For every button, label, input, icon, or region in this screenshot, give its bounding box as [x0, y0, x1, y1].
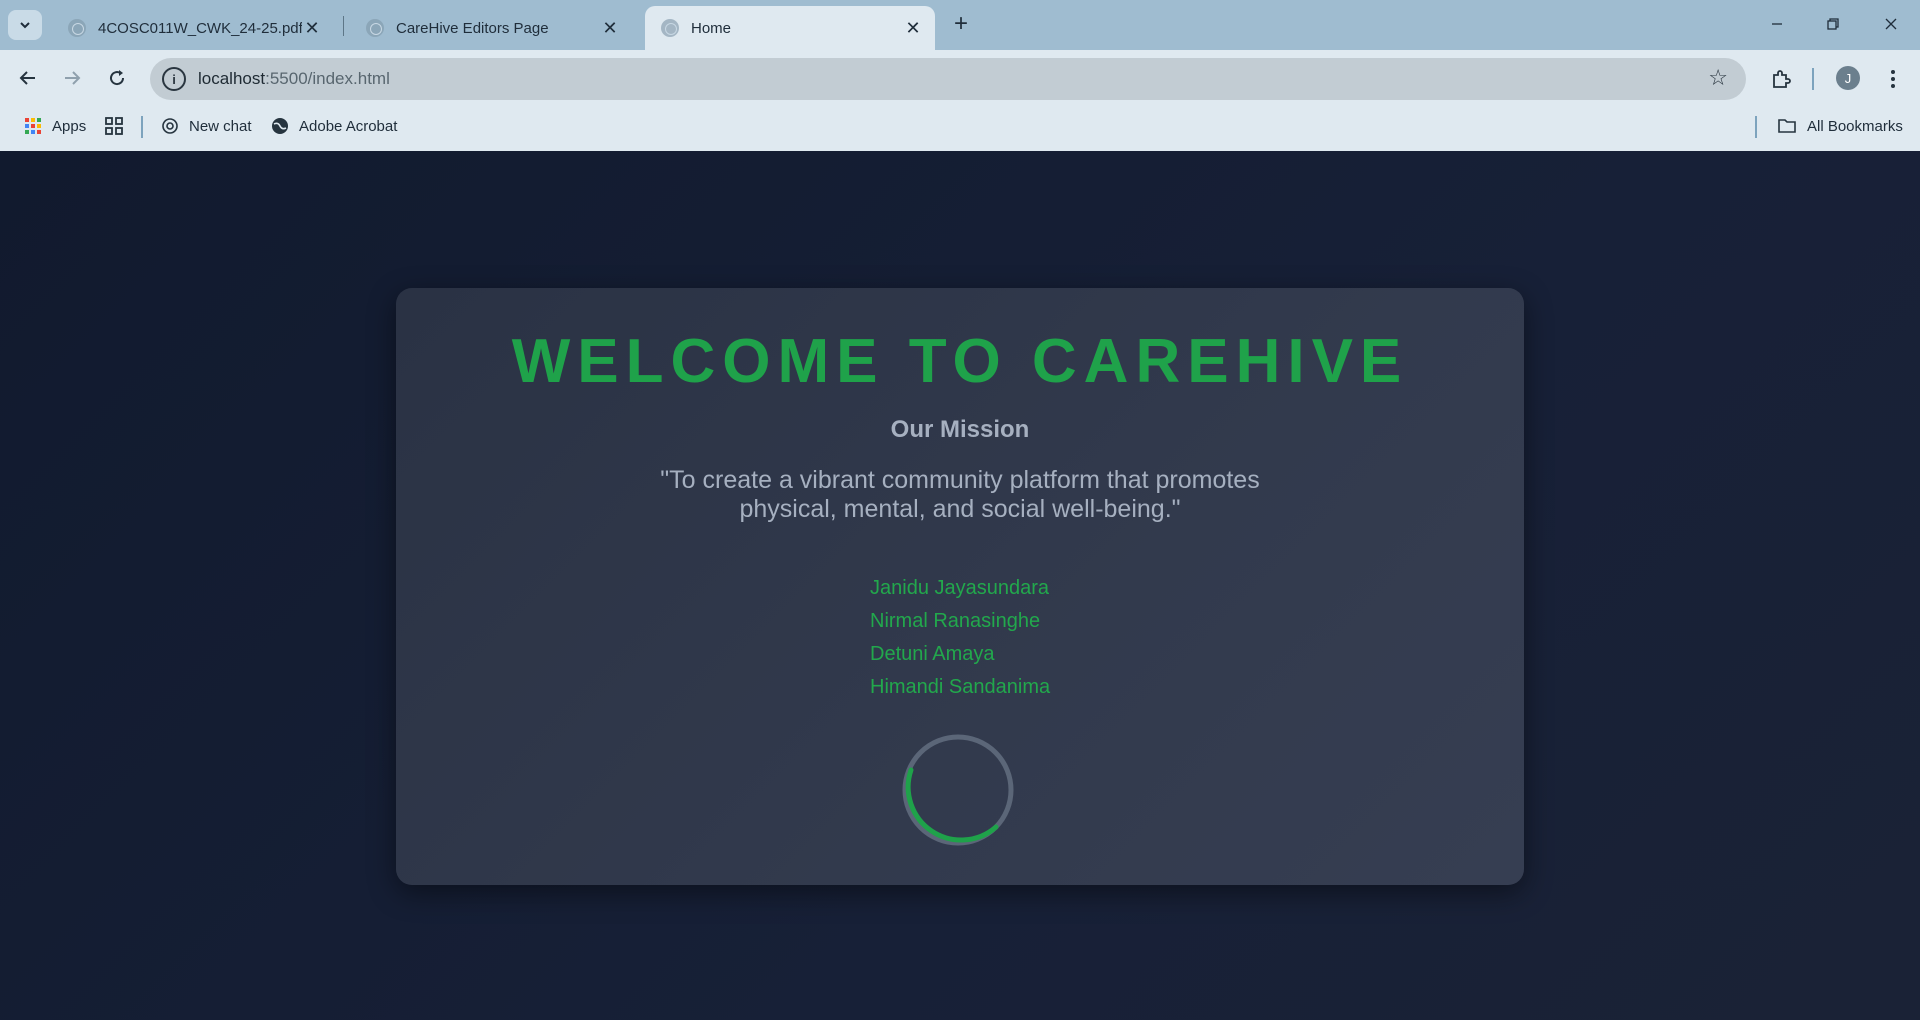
- reload-button[interactable]: [103, 64, 131, 92]
- bookmark-adobe-acrobat[interactable]: Adobe Acrobat: [271, 106, 397, 146]
- page-viewport: WELCOME TO CAREHIVE Our Mission "To crea…: [0, 151, 1920, 1020]
- url-text[interactable]: localhost:5500/index.html: [198, 69, 390, 89]
- team-member: Detuni Amaya: [870, 643, 995, 665]
- team-member: Janidu Jayasundara: [870, 577, 1050, 599]
- arrow-right-icon: [65, 71, 81, 85]
- url-path: :5500/index.html: [265, 69, 390, 88]
- minimize-button[interactable]: [1754, 8, 1800, 40]
- window-close-button[interactable]: [1868, 8, 1914, 40]
- tab-home[interactable]: Home ✕: [645, 6, 935, 50]
- browser-toolbar: i localhost:5500/index.html ☆ J: [0, 50, 1920, 106]
- tab-bar: 4COSC011W_CWK_24-25.pdf ✕ CareHive Edito…: [0, 0, 1920, 50]
- bookmark-star-icon[interactable]: ☆: [1708, 67, 1728, 89]
- team-list: Janidu Jayasundara Nirmal Ranasinghe Det…: [870, 572, 1050, 704]
- url-host: localhost: [198, 69, 266, 88]
- page-title: WELCOME TO CAREHIVE: [511, 327, 1409, 396]
- restore-icon: [1827, 18, 1839, 30]
- bookmark-separator: [1755, 116, 1757, 138]
- profile-avatar[interactable]: J: [1836, 66, 1860, 90]
- new-tab-button[interactable]: +: [948, 12, 974, 38]
- close-icon[interactable]: ✕: [600, 18, 620, 38]
- tab-pdf[interactable]: 4COSC011W_CWK_24-25.pdf ✕: [52, 6, 334, 50]
- info-icon[interactable]: i: [162, 67, 186, 91]
- menu-button[interactable]: [1878, 64, 1908, 94]
- close-icon[interactable]: ✕: [903, 18, 923, 38]
- bookmarks-bar: Apps New chat Adobe Acrobat All Bookmark…: [0, 106, 1920, 151]
- chevron-down-icon: [20, 22, 30, 29]
- grid-icon: [105, 117, 123, 135]
- bookmark-label: All Bookmarks: [1807, 117, 1903, 135]
- welcome-card: WELCOME TO CAREHIVE Our Mission "To crea…: [396, 288, 1524, 885]
- all-bookmarks-button[interactable]: All Bookmarks: [1777, 106, 1903, 146]
- loading-spinner: [902, 734, 1014, 846]
- tab-groups-button[interactable]: [104, 106, 124, 146]
- globe-icon: [68, 19, 86, 37]
- puzzle-icon: [1773, 70, 1791, 88]
- reload-icon: [110, 70, 125, 86]
- folder-icon: [1777, 117, 1797, 135]
- close-icon[interactable]: ✕: [302, 18, 322, 38]
- globe-icon: [661, 19, 679, 37]
- close-icon: [1885, 18, 1897, 30]
- more-vert-icon: [1891, 70, 1895, 88]
- team-member: Himandi Sandanima: [870, 676, 1051, 698]
- tab-title: CareHive Editors Page: [396, 19, 549, 37]
- bookmark-separator: [141, 116, 143, 138]
- mission-heading: Our Mission: [890, 416, 1030, 443]
- tab-title: Home: [691, 19, 732, 37]
- mission-statement: "To create a vibrant community platform …: [660, 466, 1260, 523]
- bookmark-apps[interactable]: Apps: [24, 106, 86, 146]
- address-bar[interactable]: i localhost:5500/index.html ☆: [150, 58, 1746, 100]
- tab-title: 4COSC011W_CWK_24-25.pdf: [98, 19, 302, 37]
- restore-button[interactable]: [1810, 8, 1856, 40]
- minimize-icon: [1772, 23, 1782, 25]
- bookmark-label: Adobe Acrobat: [299, 117, 398, 135]
- extensions-button[interactable]: [1766, 64, 1796, 94]
- tab-separator: [343, 16, 344, 36]
- globe-icon: [271, 117, 289, 135]
- team-member: Nirmal Ranasinghe: [870, 610, 1041, 632]
- forward-button[interactable]: [58, 64, 86, 92]
- back-button[interactable]: [14, 64, 42, 92]
- arrow-left-icon: [19, 71, 35, 85]
- bookmark-new-chat[interactable]: New chat: [161, 106, 252, 146]
- openai-icon: [161, 117, 179, 135]
- bookmark-label: Apps: [52, 117, 87, 135]
- tab-editors[interactable]: CareHive Editors Page ✕: [350, 6, 632, 50]
- globe-icon: [366, 19, 384, 37]
- bookmark-label: New chat: [189, 117, 252, 135]
- apps-grid-icon: [24, 117, 42, 135]
- tab-search-button[interactable]: [8, 10, 42, 40]
- toolbar-separator: [1812, 68, 1814, 90]
